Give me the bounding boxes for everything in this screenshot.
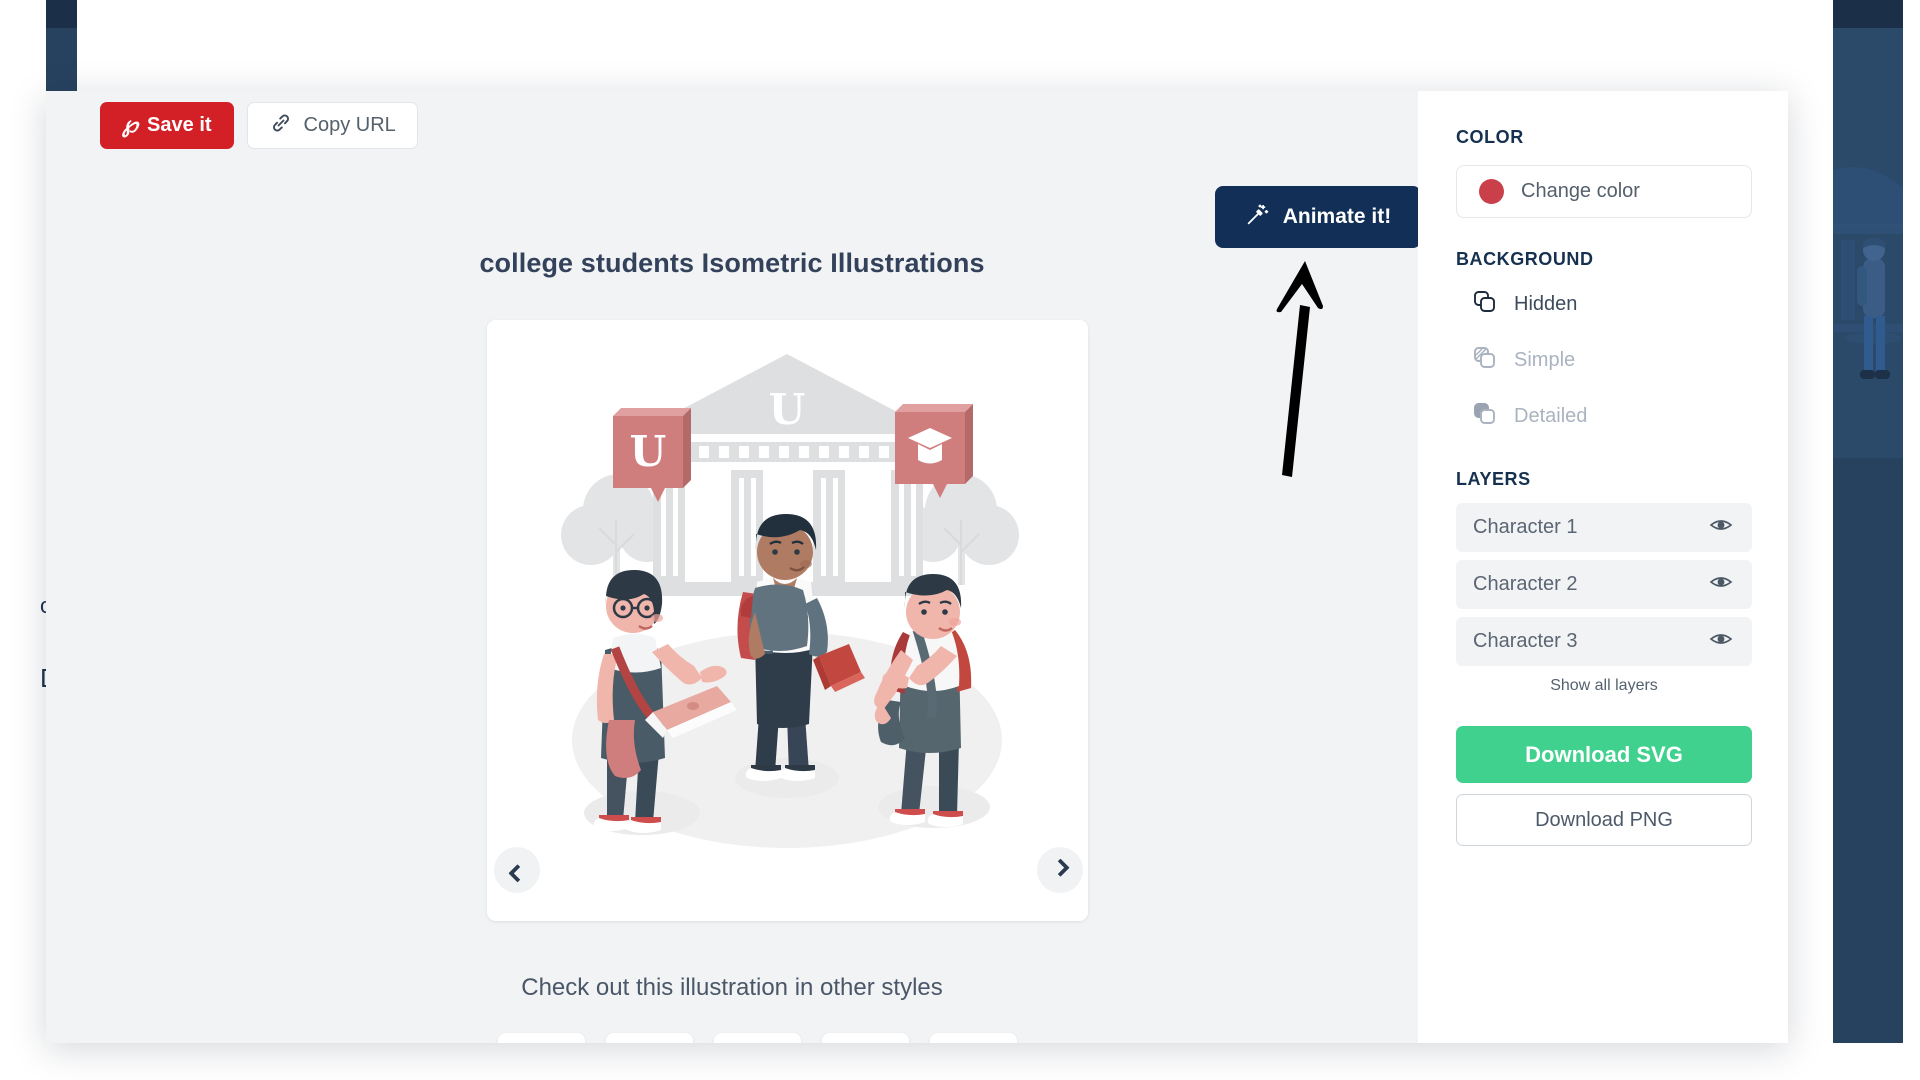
layer-label: Character 3 bbox=[1473, 630, 1578, 652]
backdrop-hero-illustration bbox=[1833, 28, 1903, 458]
background-option-detailed[interactable]: Detailed bbox=[1456, 388, 1750, 444]
background-option-simple[interactable]: Simple bbox=[1456, 332, 1750, 388]
backdrop-hero-svg bbox=[1833, 28, 1903, 458]
backdrop-topbar-right bbox=[1833, 0, 1903, 28]
chevron-right-icon bbox=[1050, 857, 1070, 877]
layer-label: Character 2 bbox=[1473, 573, 1578, 595]
top-action-bar: ℘ Save it Copy URL bbox=[100, 102, 418, 149]
carousel-next-button[interactable] bbox=[1037, 847, 1083, 893]
show-all-layers-link[interactable]: Show all layers bbox=[1456, 677, 1752, 695]
change-color-label: Change color bbox=[1521, 180, 1640, 202]
copy-url-label: Copy URL bbox=[303, 114, 396, 136]
background-option-simple-label: Simple bbox=[1514, 348, 1576, 371]
layers-section-heading: LAYERS bbox=[1456, 469, 1531, 489]
chevron-left-icon bbox=[507, 863, 527, 883]
eye-icon[interactable] bbox=[1709, 627, 1733, 656]
color-section-heading: COLOR bbox=[1456, 127, 1524, 147]
download-svg-button[interactable]: Download SVG bbox=[1456, 726, 1752, 783]
thumbnail-style-3[interactable] bbox=[714, 1033, 801, 1043]
thumbnail-style-5[interactable] bbox=[930, 1033, 1017, 1043]
layer-row-character-3[interactable]: Character 3 bbox=[1456, 617, 1752, 666]
thumbnail-style-1[interactable] bbox=[498, 1033, 585, 1043]
color-swatch-icon bbox=[1479, 179, 1504, 204]
magic-wand-icon bbox=[1245, 202, 1270, 233]
animate-it-label: Animate it! bbox=[1282, 205, 1392, 228]
illustration-editor-modal: ℘ Save it Copy URL college students Isom… bbox=[46, 91, 1788, 1043]
backdrop-topbar-left bbox=[46, 0, 77, 28]
pinterest-icon: ℘ bbox=[122, 111, 139, 138]
svg-text:U: U bbox=[630, 427, 667, 476]
layers-outline-icon bbox=[1472, 289, 1498, 320]
copy-url-button[interactable]: Copy URL bbox=[246, 102, 418, 149]
eye-icon[interactable] bbox=[1709, 570, 1733, 599]
save-it-button[interactable]: ℘ Save it bbox=[100, 102, 234, 149]
illustration-preview-card: U U bbox=[487, 320, 1088, 921]
layer-label: Character 1 bbox=[1473, 516, 1578, 538]
annotation-arrow-icon bbox=[1274, 259, 1394, 479]
layer-row-character-1[interactable]: Character 1 bbox=[1456, 503, 1752, 552]
thumbnail-style-2[interactable] bbox=[606, 1033, 693, 1043]
eye-icon[interactable] bbox=[1709, 513, 1733, 542]
layer-row-character-2[interactable]: Character 2 bbox=[1456, 560, 1752, 609]
download-png-button[interactable]: Download PNG bbox=[1456, 794, 1752, 846]
background-option-detailed-label: Detailed bbox=[1514, 404, 1588, 427]
college-students-illustration: U U bbox=[487, 320, 1088, 921]
animate-it-button[interactable]: Animate it! bbox=[1215, 186, 1421, 248]
link-icon bbox=[269, 111, 293, 141]
svg-text:U: U bbox=[769, 385, 806, 434]
carousel-prev-button[interactable] bbox=[494, 847, 540, 893]
editor-side-panel: COLOR Change color BACKGROUND Hidden Sim… bbox=[1418, 91, 1788, 1043]
layers-filled-icon bbox=[1472, 401, 1498, 432]
background-option-hidden[interactable]: Hidden bbox=[1456, 276, 1750, 332]
change-color-button[interactable]: Change color bbox=[1456, 165, 1752, 218]
other-styles-label: Check out this illustration in other sty… bbox=[521, 974, 943, 1001]
background-option-hidden-label: Hidden bbox=[1514, 292, 1578, 315]
save-it-label: Save it bbox=[147, 114, 212, 136]
main-preview-pane: ℘ Save it Copy URL college students Isom… bbox=[46, 91, 1421, 1043]
background-section-heading: BACKGROUND bbox=[1456, 249, 1594, 269]
other-styles-thumbnail-strip bbox=[498, 1033, 1017, 1043]
page-title: college students Isometric Illustrations bbox=[479, 248, 985, 278]
layers-hatched-icon bbox=[1472, 345, 1498, 376]
thumbnail-style-4[interactable] bbox=[822, 1033, 909, 1043]
